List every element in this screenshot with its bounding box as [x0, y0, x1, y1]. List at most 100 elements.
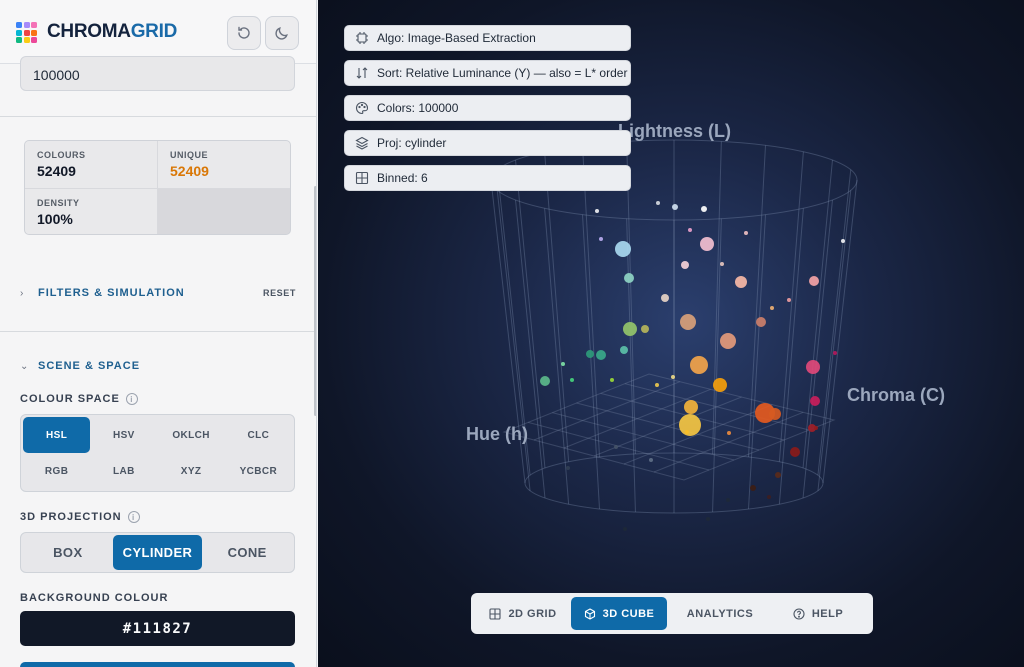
- data-point: [623, 322, 637, 336]
- tab-3d-cube-label: 3D CUBE: [602, 607, 655, 620]
- stats-panel: COLOURS 52409 UNIQUE 52409 DENSITY 100%: [24, 140, 291, 235]
- projection-chip: Proj: cylinder: [344, 130, 631, 156]
- reset-view-button[interactable]: [227, 16, 261, 50]
- data-point: [810, 396, 820, 406]
- cylinder-edge-line: [778, 208, 804, 505]
- sort-icon: [356, 67, 368, 79]
- colour-space-label: COLOUR SPACE i: [20, 393, 138, 405]
- cylinder-edge-line: [626, 218, 636, 512]
- grid-icon: [355, 171, 369, 185]
- colour-space-option-clc[interactable]: CLC: [225, 417, 292, 453]
- reset-icon: [238, 26, 250, 39]
- colour-space-option-hsl[interactable]: HSL: [23, 417, 91, 453]
- data-point-small: [655, 383, 659, 387]
- cube-icon: [584, 607, 595, 620]
- data-point-small: [595, 209, 599, 213]
- 3d-viewport[interactable]: Lightness (L) Chroma (C) Hue (h) Algo: I…: [318, 0, 1024, 667]
- filters-section-header[interactable]: › FILTERS & SIMULATION RESET: [20, 287, 296, 299]
- cylinder-wireframe: [490, 139, 858, 514]
- data-point: [769, 408, 781, 420]
- data-point: [672, 204, 678, 210]
- data-points: [540, 201, 845, 531]
- colors-chip: Colors: 100000: [344, 95, 631, 121]
- data-point-small: [833, 351, 837, 355]
- axis-label-lightness: Lightness (L): [618, 121, 731, 141]
- data-point: [806, 360, 820, 374]
- info-icon[interactable]: i: [125, 393, 138, 405]
- cylinder-edge-line: [817, 190, 852, 491]
- moon-icon: [275, 27, 288, 40]
- theme-toggle-button[interactable]: [265, 16, 299, 50]
- info-icon[interactable]: i: [127, 511, 140, 523]
- data-point: [713, 378, 727, 392]
- logo-icon: [16, 22, 37, 43]
- data-point: [586, 350, 594, 358]
- axis-label-chroma: Chroma (C): [847, 385, 945, 405]
- projection-option-box[interactable]: BOX: [23, 535, 113, 570]
- algo-chip: Algo: Image-Based Extraction: [344, 25, 631, 51]
- projection-option-cylinder[interactable]: CYLINDER: [112, 535, 203, 570]
- data-point: [809, 276, 819, 286]
- stat-colours-label: COLOURS: [37, 150, 86, 160]
- scene-section-header[interactable]: ⌄ SCENE & SPACE: [20, 360, 296, 372]
- cylinder-edge-line: [544, 208, 570, 505]
- colour-space-option-lab[interactable]: LAB: [90, 453, 157, 489]
- data-point-small: [770, 306, 774, 310]
- tab-3d-cube[interactable]: 3D CUBE: [571, 597, 667, 630]
- data-point: [596, 350, 606, 360]
- data-point-small: [656, 201, 660, 205]
- data-point: [540, 376, 550, 386]
- stat-empty-cell: [158, 189, 290, 234]
- data-point: [735, 276, 747, 288]
- data-point: [661, 294, 669, 302]
- sort-chip-text: Sort: Relative Luminance (Y) — also = L*…: [377, 66, 628, 80]
- data-point-small: [570, 378, 574, 382]
- colour-space-option-xyz[interactable]: XYZ: [158, 453, 225, 489]
- data-point: [701, 206, 707, 212]
- data-point: [680, 314, 696, 330]
- data-point: [750, 485, 756, 491]
- cylinder-edge-line: [778, 151, 804, 462]
- data-point-small: [727, 431, 731, 435]
- tab-analytics[interactable]: ANALYTICS: [667, 597, 773, 630]
- cylinder-edge-line: [582, 145, 600, 458]
- sidebar: CHROMAGRID 100000 COLOURS 52409 UNIQUE 5…: [0, 0, 317, 667]
- data-point: [620, 346, 628, 354]
- tab-help[interactable]: HELP: [773, 597, 863, 630]
- view-tab-bar: 2D GRID 3D CUBE ANALYTICS HELP: [471, 593, 873, 634]
- colour-space-option-ycbcr[interactable]: YCBCR: [225, 453, 292, 489]
- colour-space-option-hsv[interactable]: HSV: [90, 417, 157, 453]
- colour-space-label-text: COLOUR SPACE: [20, 393, 120, 405]
- tab-2d-grid-label: 2D GRID: [508, 607, 557, 620]
- data-point: [775, 472, 781, 478]
- projection-label-text: 3D PROJECTION: [20, 511, 122, 523]
- seed-input[interactable]: 100000: [20, 56, 295, 91]
- sidebar-scrollbar[interactable]: [314, 186, 316, 416]
- stat-density: DENSITY 100%: [25, 189, 157, 234]
- data-point-small: [841, 239, 845, 243]
- divider: [0, 331, 316, 332]
- cylinder-edge-line: [496, 190, 531, 491]
- colour-space-selector: HSL HSV OKLCH CLC RGB LAB XYZ YCBCR: [20, 414, 295, 492]
- data-point-small: [623, 527, 627, 531]
- brand-title: CHROMAGRID: [47, 21, 177, 43]
- background-colour-swatch[interactable]: #111827: [20, 611, 295, 646]
- action-button[interactable]: [20, 662, 295, 667]
- sort-chip: Sort: Relative Luminance (Y) — also = L*…: [344, 60, 631, 86]
- filters-reset-button[interactable]: RESET: [263, 288, 296, 298]
- data-point-small: [614, 445, 618, 449]
- projection-chip-text: Proj: cylinder: [377, 136, 447, 150]
- tab-2d-grid[interactable]: 2D GRID: [475, 597, 571, 630]
- data-point: [690, 356, 708, 374]
- projection-option-cone[interactable]: CONE: [202, 535, 292, 570]
- data-point-small: [814, 426, 818, 430]
- colour-space-option-rgb[interactable]: RGB: [23, 453, 90, 489]
- data-point-small: [744, 231, 748, 235]
- data-point-small: [767, 495, 771, 499]
- data-point: [679, 414, 701, 436]
- data-point: [700, 237, 714, 251]
- stat-unique-label: UNIQUE: [170, 150, 209, 160]
- data-point-small: [610, 378, 614, 382]
- colour-space-option-oklch[interactable]: OKLCH: [158, 417, 225, 453]
- divider: [0, 116, 316, 117]
